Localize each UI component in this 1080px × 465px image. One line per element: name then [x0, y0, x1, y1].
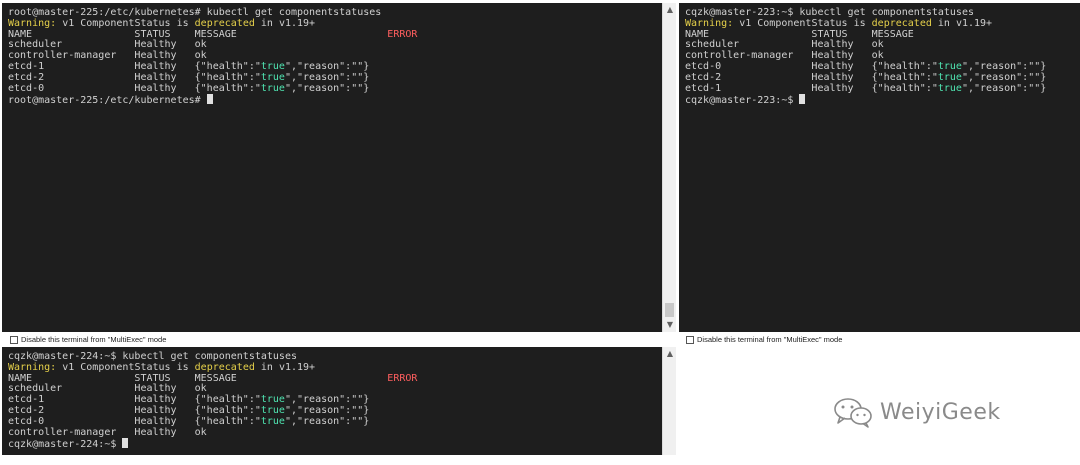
terminal-text: ERROR — [387, 28, 418, 40]
terminal-text: scheduler Healthy ok — [685, 39, 884, 51]
wechat-logo-icon — [834, 398, 872, 428]
terminal-text: etcd-1 Healthy {"health":" — [8, 60, 261, 72]
multiexec-checkbox-label: Disable this terminal from "MultiExec" m… — [697, 335, 843, 344]
terminal-text: in v1.19+ — [254, 17, 316, 29]
terminal-cursor — [206, 94, 213, 105]
terminal-output[interactable]: cqzk@master-224:~$ kubectl get component… — [2, 347, 662, 455]
terminal-cursor — [799, 94, 806, 105]
terminal-text: root@master-225:/etc/kubernetes# — [8, 95, 207, 107]
terminal-text: ","reason":""} — [284, 82, 370, 94]
terminal-output[interactable]: root@master-225:/etc/kubernetes# kubectl… — [2, 3, 662, 332]
terminal-text: etcd-1 Healthy {"health":" — [8, 394, 261, 406]
terminal-line: controller-manager Healthy ok — [8, 426, 662, 439]
terminal-text: Warning: — [8, 361, 57, 373]
terminal-text: v1 ComponentStatus is — [56, 17, 195, 29]
terminal-text: true — [260, 415, 285, 427]
terminal-pane-master-225[interactable]: root@master-225:/etc/kubernetes# kubectl… — [2, 3, 676, 332]
terminal-text: deprecated — [871, 17, 932, 29]
terminal-text: etcd-2 Healthy {"health":" — [8, 71, 261, 83]
terminal-pane-master-223[interactable]: cqzk@master-223:~$ kubectl get component… — [679, 3, 1080, 332]
terminal-text: ","reason":""} — [961, 71, 1047, 83]
terminal-text: etcd-1 Healthy {"health":" — [685, 82, 938, 94]
terminal-text: true — [937, 71, 962, 83]
terminal-text: etcd-0 Healthy {"health":" — [685, 60, 938, 72]
vertical-scrollbar[interactable]: ▲ ▼ — [662, 3, 676, 332]
terminal-text: controller-manager Healthy ok — [685, 50, 884, 62]
terminal-line: cqzk@master-223:~$ — [685, 94, 1080, 107]
terminal-text: deprecated — [194, 361, 255, 373]
terminal-text: etcd-0 Healthy {"health":" — [8, 415, 261, 427]
terminal-line: cqzk@master-224:~$ — [8, 438, 662, 451]
scrollbar-thumb[interactable] — [665, 303, 674, 317]
terminal-text: true — [260, 71, 285, 83]
terminal-text: Warning: — [685, 17, 734, 29]
terminal-text: true — [260, 404, 285, 416]
terminal-text: ","reason":""} — [961, 60, 1047, 72]
terminal-text: true — [937, 60, 962, 72]
terminal-text: cqzk@master-223:~$ — [685, 95, 800, 107]
terminal-line: root@master-225:/etc/kubernetes# — [8, 94, 662, 107]
terminal-text: true — [937, 82, 962, 94]
terminal-pane-master-224[interactable]: cqzk@master-224:~$ kubectl get component… — [2, 347, 676, 455]
terminal-text: v1 ComponentStatus is — [733, 17, 872, 29]
watermark-text: WeiyiGeek — [880, 399, 1001, 425]
terminal-text: ","reason":""} — [284, 415, 370, 427]
terminal-text: true — [260, 394, 285, 406]
checkbox[interactable] — [686, 335, 694, 344]
multiexec-checkbox-label: Disable this terminal from "MultiExec" m… — [21, 335, 167, 344]
terminal-text: true — [260, 82, 285, 94]
watermark: WeiyiGeek — [832, 396, 1001, 428]
terminal-text: NAME STATUS MESSAGE — [8, 28, 388, 40]
terminal-text: controller-manager Healthy ok — [8, 50, 207, 62]
terminal-text: etcd-2 Healthy {"health":" — [685, 71, 938, 83]
chevron-up-icon[interactable]: ▲ — [663, 3, 676, 17]
terminal-text: ","reason":""} — [284, 394, 370, 406]
terminal-text: NAME STATUS MESSAGE — [8, 372, 388, 384]
chevron-down-icon[interactable]: ▼ — [663, 318, 676, 332]
terminal-text: etcd-2 Healthy {"health":" — [8, 404, 261, 416]
multiexec-toggle-master-225[interactable]: Disable this terminal from "MultiExec" m… — [10, 335, 166, 344]
terminal-text: in v1.19+ — [931, 17, 993, 29]
terminal-cursor — [122, 438, 129, 449]
terminal-text: true — [260, 60, 285, 72]
chevron-up-icon[interactable]: ▲ — [663, 347, 676, 361]
multiexec-toggle-master-223[interactable]: Disable this terminal from "MultiExec" m… — [686, 335, 842, 344]
terminal-text: deprecated — [194, 17, 255, 29]
checkbox[interactable] — [10, 335, 18, 344]
terminal-text: ERROR — [387, 372, 418, 384]
terminal-text: NAME STATUS MESSAGE — [685, 28, 1080, 40]
terminal-text: root@master-225:/etc/kubernetes# kubectl… — [8, 7, 382, 18]
terminal-line: etcd-0 Healthy {"health":"true","reason"… — [8, 82, 662, 95]
terminal-text: ","reason":""} — [284, 60, 370, 72]
terminal-text: scheduler Healthy ok — [8, 39, 207, 51]
terminal-text: scheduler Healthy ok — [8, 383, 207, 395]
terminal-text: controller-manager Healthy ok — [8, 426, 207, 438]
vertical-scrollbar[interactable]: ▲ — [662, 347, 676, 455]
terminal-output[interactable]: cqzk@master-223:~$ kubectl get component… — [679, 3, 1080, 332]
terminal-line: etcd-1 Healthy {"health":"true","reason"… — [685, 82, 1080, 95]
terminal-text: in v1.19+ — [254, 361, 316, 373]
terminal-text: ","reason":""} — [284, 71, 370, 83]
terminal-text: ","reason":""} — [284, 404, 370, 416]
terminal-text: ","reason":""} — [961, 82, 1047, 94]
terminal-text: cqzk@master-224:~$ kubectl get component… — [8, 351, 297, 362]
terminal-text: Warning: — [8, 17, 57, 29]
terminal-text: etcd-0 Healthy {"health":" — [8, 82, 261, 94]
terminal-text: cqzk@master-223:~$ kubectl get component… — [685, 7, 974, 18]
terminal-text: v1 ComponentStatus is — [56, 361, 195, 373]
terminal-text: cqzk@master-224:~$ — [8, 439, 123, 451]
